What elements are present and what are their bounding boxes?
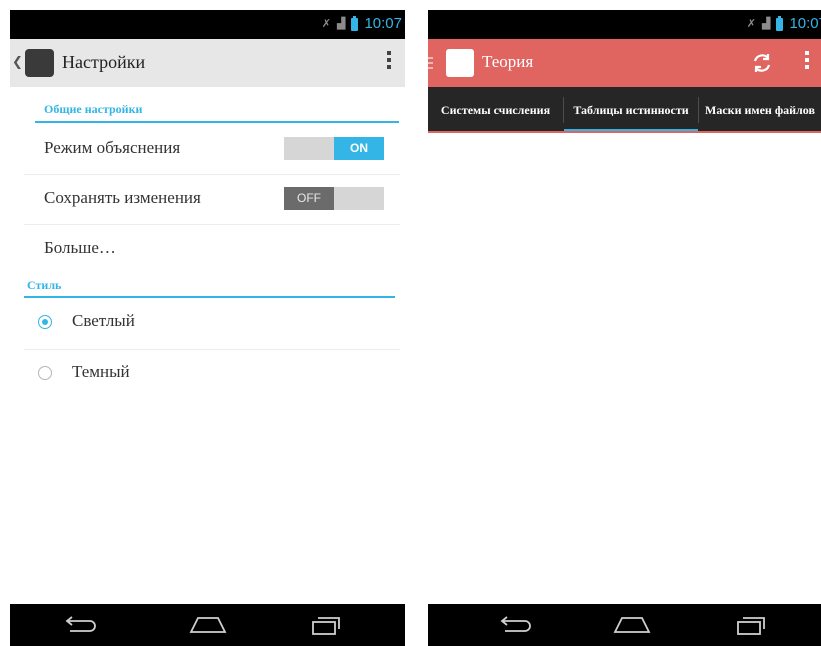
back-button[interactable] xyxy=(49,604,109,646)
theory-title: Теория xyxy=(482,52,534,71)
section-header-style: Стиль xyxy=(27,278,62,292)
status-icons: ✗ ▟ 10:07 xyxy=(321,15,402,32)
status-clock: 10:07 xyxy=(364,15,402,32)
wifi-off-icon: ✗ xyxy=(746,18,756,30)
save-changes-toggle[interactable]: OFF xyxy=(284,187,384,210)
settings-action-bar: ❮ Настройки xyxy=(10,39,405,87)
theory-screen: ✗ ▟ 10:07 Теория Системы счисления Табли… xyxy=(428,10,821,646)
settings-screen: ✗ ▟ 10:07 ❮ Настройки Общие настройки Ре… xyxy=(10,10,405,646)
section-header-general: Общие настройки xyxy=(44,102,143,116)
signal-icon: ▟ xyxy=(761,18,771,30)
overflow-menu-icon[interactable] xyxy=(387,51,391,72)
explain-mode-toggle[interactable]: ON xyxy=(284,137,384,160)
radio-dark-button[interactable] xyxy=(38,366,52,380)
app-icon[interactable] xyxy=(446,49,474,77)
home-button[interactable] xyxy=(178,604,238,646)
tab-file-masks-label: Маски имен файлов xyxy=(705,102,815,117)
navigation-bar-right xyxy=(428,604,821,646)
pref-more-label: Больше… xyxy=(44,238,116,257)
tab-bar-bottom-edge xyxy=(428,131,821,133)
pref-explain-mode[interactable]: Режим объяснения ON xyxy=(24,124,400,175)
back-icon xyxy=(65,616,96,632)
home-icon xyxy=(613,617,651,633)
tab-number-systems[interactable]: Системы счисления xyxy=(428,87,563,133)
radio-light-label: Светлый xyxy=(72,311,135,330)
save-changes-toggle-state: OFF xyxy=(284,187,334,210)
radio-option-dark[interactable]: Темный xyxy=(24,350,400,400)
app-icon[interactable] xyxy=(25,49,54,77)
overflow-menu-icon[interactable] xyxy=(805,51,809,72)
recent-apps-icon xyxy=(312,617,340,635)
tab-truth-tables-label: Таблицы истинности xyxy=(573,102,689,117)
pref-explain-mode-label: Режим объяснения xyxy=(44,138,181,157)
navigation-bar xyxy=(10,604,405,646)
radio-light-button[interactable] xyxy=(38,315,52,329)
status-clock-right: 10:07 xyxy=(789,15,821,32)
tab-bar: Системы счисления Таблицы истинности Мас… xyxy=(428,87,821,133)
radio-option-light[interactable]: Светлый xyxy=(24,299,400,350)
explain-mode-toggle-state: ON xyxy=(334,137,384,160)
recent-apps-button[interactable] xyxy=(720,604,780,646)
refresh-icon[interactable] xyxy=(751,52,773,74)
pref-more[interactable]: Больше… xyxy=(24,224,400,274)
home-button[interactable] xyxy=(602,604,662,646)
back-icon xyxy=(500,616,531,632)
up-navigation-icon[interactable]: ❮ xyxy=(12,55,23,70)
status-bar-right: ✗ ▟ 10:07 xyxy=(428,10,821,39)
settings-title: Настройки xyxy=(62,52,146,72)
home-icon xyxy=(189,617,227,633)
back-button[interactable] xyxy=(484,604,544,646)
drawer-icon[interactable] xyxy=(428,57,433,72)
tab-truth-tables[interactable]: Таблицы истинности xyxy=(564,87,698,133)
theory-action-bar: Теория xyxy=(428,39,821,87)
tab-file-masks[interactable]: Маски имен файлов xyxy=(699,87,821,133)
section-divider-general xyxy=(35,121,399,123)
recent-apps-icon xyxy=(737,617,765,635)
signal-icon: ▟ xyxy=(336,18,346,30)
recent-apps-button[interactable] xyxy=(295,604,355,646)
pref-save-changes-label: Сохранять изменения xyxy=(44,188,201,207)
pref-save-changes[interactable]: Сохранять изменения OFF xyxy=(24,174,400,225)
radio-dark-label: Темный xyxy=(72,362,130,381)
battery-icon xyxy=(351,15,359,31)
wifi-off-icon: ✗ xyxy=(321,18,331,30)
status-icons-right: ✗ ▟ 10:07 xyxy=(746,15,821,32)
section-divider-style xyxy=(24,296,395,298)
tab-number-systems-label: Системы счисления xyxy=(440,102,551,117)
battery-icon xyxy=(776,15,784,31)
status-bar: ✗ ▟ 10:07 xyxy=(10,10,405,39)
